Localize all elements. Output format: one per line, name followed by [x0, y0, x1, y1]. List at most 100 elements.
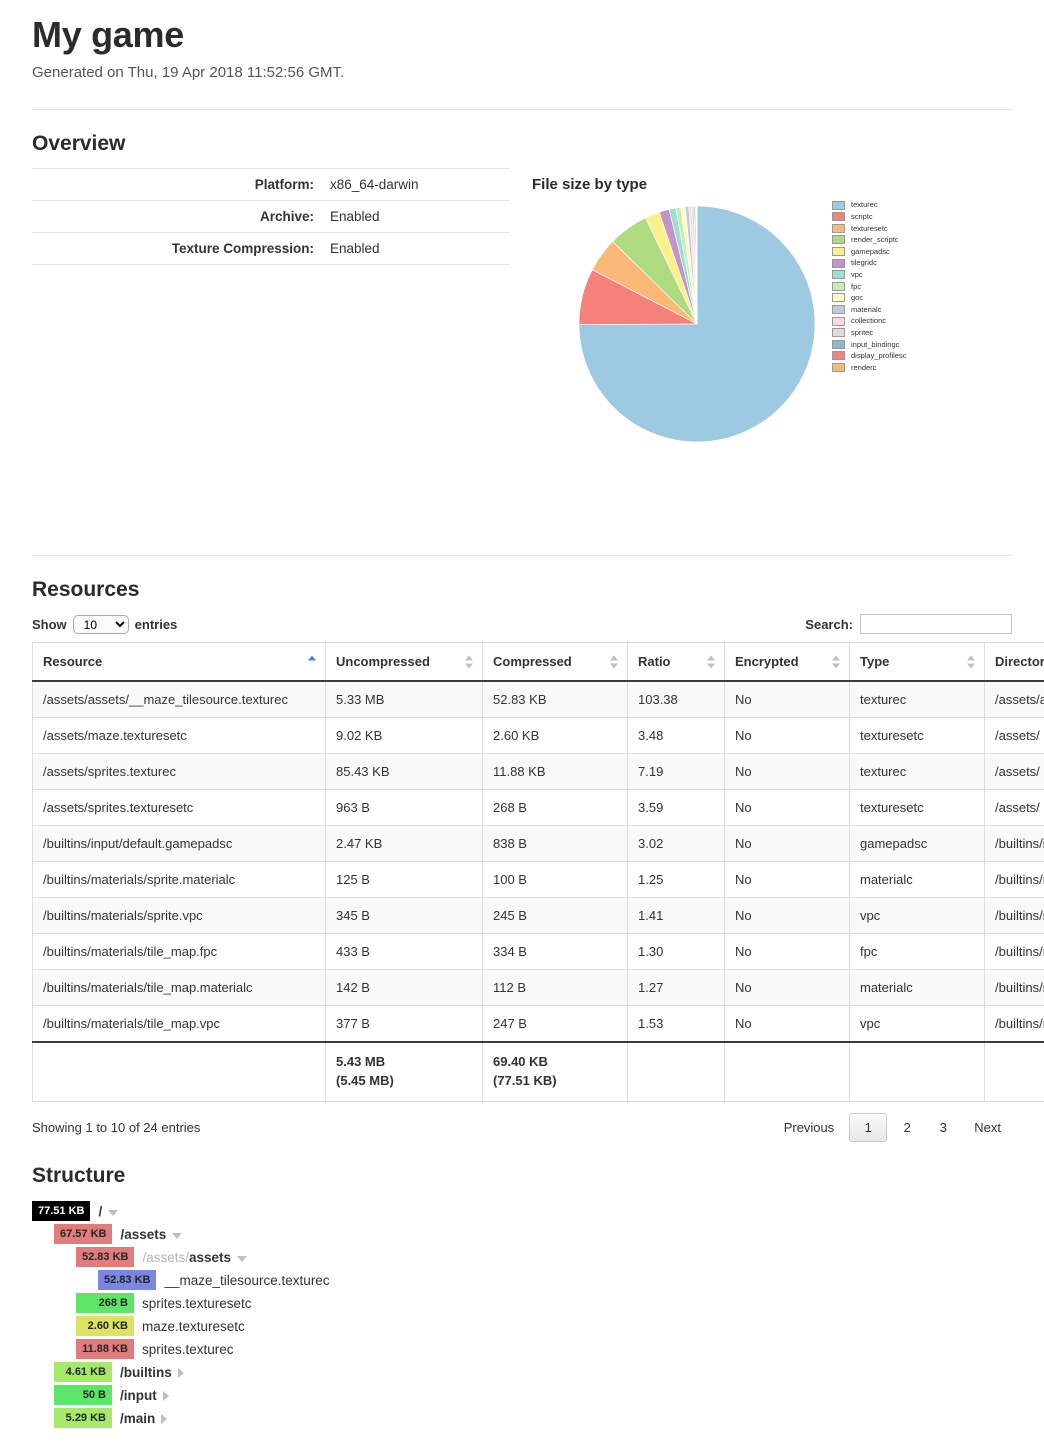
legend-item-render_scriptc[interactable]: render_scriptc	[832, 234, 906, 246]
search-input[interactable]	[860, 614, 1012, 634]
legend-item-vpc[interactable]: vpc	[832, 269, 906, 281]
tree-node-label: maze.texturesetc	[142, 1319, 245, 1334]
overview-properties: Platform: x86_64-darwin Archive: Enabled…	[32, 168, 510, 265]
legend-swatch-icon	[832, 305, 845, 314]
report-page: My game Generated on Thu, 19 Apr 2018 11…	[0, 14, 1044, 1456]
tree-node-size-badge: 67.57 KB	[54, 1224, 112, 1244]
pagination-page-1[interactable]: 1	[849, 1113, 887, 1142]
chevron-right-icon[interactable]	[178, 1368, 184, 1378]
tree-node[interactable]: 5.29 KB/main	[32, 1407, 1012, 1429]
legend-item-input_bindingc[interactable]: input_bindingc	[832, 339, 906, 351]
legend-item-tilegridc[interactable]: tilegridc	[832, 257, 906, 269]
overview-key: Texture Compression:	[32, 233, 326, 265]
legend-label: materialc	[851, 306, 881, 314]
tree-node[interactable]: 11.88 KBsprites.texturec	[32, 1338, 1012, 1360]
legend-item-fpc[interactable]: fpc	[832, 281, 906, 293]
column-header-uncompressed[interactable]: Uncompressed	[326, 643, 483, 682]
chevron-down-icon[interactable]	[172, 1233, 182, 1239]
legend-item-spritec[interactable]: spritec	[832, 327, 906, 339]
overview-heading: Overview	[32, 132, 1012, 156]
sort-both-icon	[465, 655, 473, 668]
cell-resource: /builtins/materials/tile_map.fpc	[33, 934, 326, 970]
pagination-page-3[interactable]: 3	[927, 1113, 959, 1142]
overview-value: Enabled	[326, 201, 510, 233]
column-header-directory[interactable]: Directory	[985, 643, 1044, 682]
tree-node[interactable]: 52.83 KB__maze_tilesource.texturec	[32, 1269, 1012, 1291]
cell-ratio: 1.30	[628, 934, 725, 970]
cell-type: fpc	[850, 934, 985, 970]
column-header-encrypted[interactable]: Encrypted	[725, 643, 850, 682]
entries-per-page-select[interactable]: 102550100	[73, 615, 129, 634]
footer-blank	[628, 1042, 725, 1101]
column-header-compressed[interactable]: Compressed	[483, 643, 628, 682]
legend-item-display_profilesc[interactable]: display_profilesc	[832, 350, 906, 362]
cell-uncompressed: 2.47 KB	[326, 826, 483, 862]
legend-item-gamepadsc[interactable]: gamepadsc	[832, 246, 906, 258]
legend-item-materialc[interactable]: materialc	[832, 304, 906, 316]
cell-ratio: 3.02	[628, 826, 725, 862]
legend-swatch-icon	[832, 363, 845, 372]
cell-resource: /assets/sprites.texturec	[33, 754, 326, 790]
chevron-down-icon[interactable]	[108, 1210, 118, 1216]
footer-compressed-primary: 69.40 KB	[493, 1053, 617, 1072]
table-row: /assets/sprites.texturec85.43 KB11.88 KB…	[33, 754, 1044, 790]
column-label: Type	[860, 654, 889, 669]
generated-timestamp: Generated on Thu, 19 Apr 2018 11:52:56 G…	[32, 64, 1012, 81]
tree-node[interactable]: 2.60 KBmaze.texturesetc	[32, 1315, 1012, 1337]
column-header-resource[interactable]: Resource	[33, 643, 326, 682]
pagination-previous[interactable]: Previous	[773, 1113, 846, 1142]
pagination-next[interactable]: Next	[963, 1113, 1012, 1142]
legend-swatch-icon	[832, 201, 845, 210]
legend-swatch-icon	[832, 247, 845, 256]
cell-directory: /builtins/materials/	[985, 898, 1044, 934]
cell-resource: /builtins/materials/tile_map.materialc	[33, 970, 326, 1006]
footer-blank	[850, 1042, 985, 1101]
chevron-right-icon[interactable]	[163, 1391, 169, 1401]
chevron-right-icon[interactable]	[161, 1414, 167, 1424]
page-title: My game	[32, 14, 1012, 55]
legend-swatch-icon	[832, 340, 845, 349]
column-header-ratio[interactable]: Ratio	[628, 643, 725, 682]
cell-type: texturec	[850, 681, 985, 718]
search-control: Search:	[805, 614, 1012, 634]
tree-node[interactable]: 52.83 KB/assets/assets	[32, 1246, 1012, 1268]
cell-compressed: 2.60 KB	[483, 718, 628, 754]
column-header-type[interactable]: Type	[850, 643, 985, 682]
cell-directory: /assets/	[985, 754, 1044, 790]
legend-item-renderc[interactable]: renderc	[832, 362, 906, 374]
pagination-page-2[interactable]: 2	[891, 1113, 923, 1142]
cell-type: materialc	[850, 970, 985, 1006]
cell-resource: /assets/sprites.texturesetc	[33, 790, 326, 826]
overview-value: x86_64-darwin	[326, 169, 510, 201]
header-divider	[32, 109, 1012, 110]
legend-item-collectionc[interactable]: collectionc	[832, 315, 906, 327]
sort-both-icon	[610, 655, 618, 668]
legend-item-scriptc[interactable]: scriptc	[832, 211, 906, 223]
resources-table: Resource Uncompressed Compressed Ratio E…	[32, 642, 1044, 1102]
legend-item-texturesetc[interactable]: texturesetc	[832, 223, 906, 235]
legend-label: spritec	[851, 329, 873, 337]
table-row: /builtins/materials/sprite.vpc345 B245 B…	[33, 898, 1044, 934]
tree-node[interactable]: 77.51 KB/	[32, 1200, 1012, 1222]
file-size-chart-panel: File size by type texturecscriptctexture…	[510, 168, 1012, 519]
legend-item-goc[interactable]: goc	[832, 292, 906, 304]
cell-compressed: 838 B	[483, 826, 628, 862]
table-row: Texture Compression: Enabled	[32, 233, 510, 265]
tree-node[interactable]: 268 Bsprites.texturesetc	[32, 1292, 1012, 1314]
column-label: Encrypted	[735, 654, 799, 669]
tree-node[interactable]: 50 B/input	[32, 1384, 1012, 1406]
tree-node[interactable]: 4.61 KB/builtins	[32, 1361, 1012, 1383]
legend-item-texturec[interactable]: texturec	[832, 199, 906, 211]
cell-encrypted: No	[725, 754, 850, 790]
tree-node[interactable]: 67.57 KB/assets	[32, 1223, 1012, 1245]
cell-encrypted: No	[725, 1006, 850, 1043]
table-row: Platform: x86_64-darwin	[32, 169, 510, 201]
footer-blank	[985, 1042, 1044, 1101]
table-row: /builtins/input/default.gamepadsc2.47 KB…	[33, 826, 1044, 862]
legend-label: scriptc	[851, 213, 873, 221]
cell-compressed: 112 B	[483, 970, 628, 1006]
legend-swatch-icon	[832, 282, 845, 291]
cell-uncompressed: 142 B	[326, 970, 483, 1006]
cell-uncompressed: 5.33 MB	[326, 681, 483, 718]
chevron-down-icon[interactable]	[237, 1256, 247, 1262]
